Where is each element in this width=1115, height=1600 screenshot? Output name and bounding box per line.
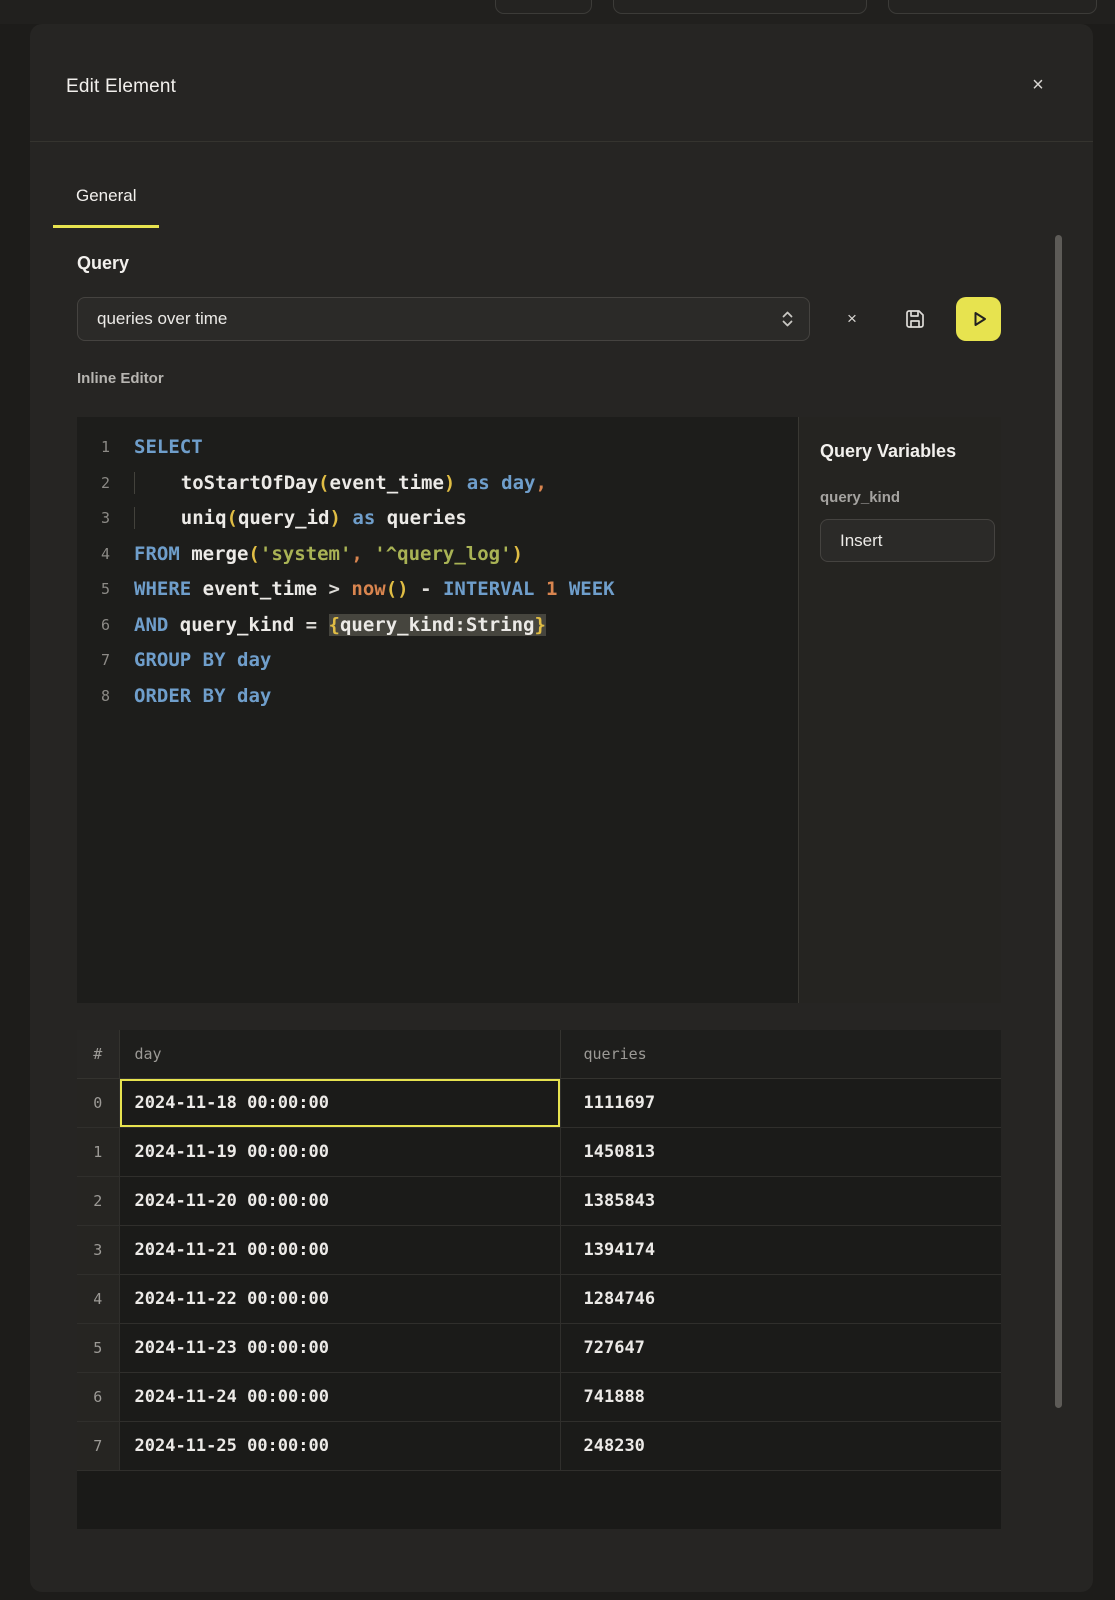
inline-editor: 1SELECT2 toStartOfDay(event_time) as day… (77, 417, 1001, 1003)
column-header-index: # (77, 1030, 119, 1078)
row-index-cell: 2 (77, 1176, 119, 1225)
tab-general-label: General (76, 186, 136, 206)
line-number: 8 (77, 679, 110, 715)
dialog-title: Edit Element (66, 76, 176, 98)
row-index-cell: 7 (77, 1421, 119, 1470)
table-row: 52024-11-23 00:00:00727647 (77, 1323, 1001, 1372)
queries-cell[interactable]: 741888 (560, 1372, 1001, 1421)
code-line: 1SELECT (77, 430, 798, 466)
line-number: 1 (77, 430, 110, 466)
row-index-cell: 0 (77, 1078, 119, 1127)
column-header-queries: queries (560, 1030, 1001, 1078)
day-cell[interactable]: 2024-11-21 00:00:00 (119, 1225, 560, 1274)
row-index-cell: 3 (77, 1225, 119, 1274)
save-query-button[interactable] (899, 303, 931, 335)
row-index-cell: 6 (77, 1372, 119, 1421)
edit-element-dialog: Edit Element × General Query queries ove… (30, 24, 1093, 1592)
queries-cell[interactable]: 1111697 (560, 1078, 1001, 1127)
screen: Edit Element × General Query queries ove… (0, 0, 1115, 1600)
row-index-cell: 5 (77, 1323, 119, 1372)
table-header-row: # day queries (77, 1030, 1001, 1078)
scrollbar-thumb[interactable] (1055, 235, 1062, 1408)
code-line: 8ORDER BY day (77, 679, 798, 715)
floppy-disk-icon (903, 307, 927, 331)
query-variables-title: Query Variables (820, 441, 995, 462)
row-index-cell: 4 (77, 1274, 119, 1323)
toolbar-button-partial[interactable] (613, 0, 867, 14)
day-cell[interactable]: 2024-11-18 00:00:00 (119, 1078, 560, 1127)
table-row: 22024-11-20 00:00:001385843 (77, 1176, 1001, 1225)
queries-cell[interactable]: 1385843 (560, 1176, 1001, 1225)
row-index-cell: 1 (77, 1127, 119, 1176)
results-table: # day queries 02024-11-18 00:00:00111169… (77, 1030, 1001, 1529)
line-number: 3 (77, 501, 110, 537)
column-header-day: day (119, 1030, 560, 1078)
day-cell[interactable]: 2024-11-23 00:00:00 (119, 1323, 560, 1372)
line-number: 5 (77, 572, 110, 608)
queries-cell[interactable]: 1284746 (560, 1274, 1001, 1323)
line-number: 6 (77, 608, 110, 644)
variable-name: query_kind (820, 489, 995, 506)
table-row: 42024-11-22 00:00:001284746 (77, 1274, 1001, 1323)
line-number: 2 (77, 466, 110, 502)
day-cell[interactable]: 2024-11-20 00:00:00 (119, 1176, 560, 1225)
chevron-up-down-icon (781, 309, 794, 329)
run-query-button[interactable] (956, 297, 1001, 341)
line-number: 4 (77, 537, 110, 573)
code-line: 6AND query_kind = {query_kind:String} (77, 608, 798, 644)
table-footer-area (77, 1471, 1001, 1529)
toolbar-button-partial[interactable] (495, 0, 592, 14)
code-line: 5WHERE event_time > now() - INTERVAL 1 W… (77, 572, 798, 608)
day-cell[interactable]: 2024-11-24 00:00:00 (119, 1372, 560, 1421)
queries-cell[interactable]: 1450813 (560, 1127, 1001, 1176)
code-line: 4FROM merge('system', '^query_log') (77, 537, 798, 573)
query-select[interactable]: queries over time (77, 297, 810, 341)
sql-code-editor[interactable]: 1SELECT2 toStartOfDay(event_time) as day… (77, 417, 798, 1003)
toolbar-button-partial[interactable] (888, 0, 1097, 14)
tab-general[interactable]: General (53, 166, 159, 228)
dialog-header: Edit Element × (30, 24, 1093, 142)
close-icon[interactable]: × (1025, 72, 1051, 98)
table-row: 62024-11-24 00:00:00741888 (77, 1372, 1001, 1421)
code-line: 2 toStartOfDay(event_time) as day, (77, 466, 798, 502)
clear-query-button[interactable]: × (838, 305, 866, 333)
query-section-label: Query (77, 253, 129, 274)
queries-cell[interactable]: 727647 (560, 1323, 1001, 1372)
code-line: 7GROUP BY day (77, 643, 798, 679)
insert-variable-button[interactable]: Insert (820, 519, 995, 562)
table-row: 32024-11-21 00:00:001394174 (77, 1225, 1001, 1274)
day-cell[interactable]: 2024-11-25 00:00:00 (119, 1421, 560, 1470)
table-row: 12024-11-19 00:00:001450813 (77, 1127, 1001, 1176)
queries-cell[interactable]: 1394174 (560, 1225, 1001, 1274)
table-row: 72024-11-25 00:00:00248230 (77, 1421, 1001, 1470)
code-line: 3 uniq(query_id) as queries (77, 501, 798, 537)
queries-cell[interactable]: 248230 (560, 1421, 1001, 1470)
play-icon (969, 309, 989, 329)
day-cell[interactable]: 2024-11-22 00:00:00 (119, 1274, 560, 1323)
day-cell[interactable]: 2024-11-19 00:00:00 (119, 1127, 560, 1176)
inline-editor-label: Inline Editor (77, 370, 164, 387)
query-select-value: queries over time (97, 309, 227, 329)
query-variables-panel: Query Variables query_kind Insert (798, 417, 1001, 1003)
table-row: 02024-11-18 00:00:001111697 (77, 1078, 1001, 1127)
line-number: 7 (77, 643, 110, 679)
background-toolbar (0, 0, 1115, 24)
close-small-icon: × (847, 309, 857, 329)
